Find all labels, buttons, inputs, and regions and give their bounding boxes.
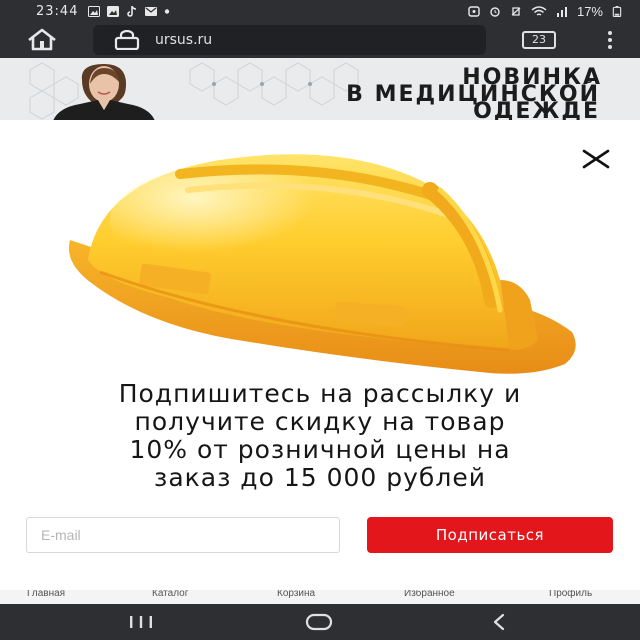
gallery-icon: [88, 5, 101, 17]
tiktok-icon: [127, 5, 137, 17]
tabs-button[interactable]: 23: [522, 31, 556, 49]
mail-icon: [145, 6, 158, 16]
browser-menu-button[interactable]: [604, 28, 616, 52]
menu-dot: [608, 38, 612, 42]
close-icon: [582, 149, 610, 169]
vibrate-icon: [511, 6, 521, 16]
mute-icon: [490, 6, 500, 17]
browser-toolbar: ursus.ru 23: [0, 22, 640, 58]
nav-item-home[interactable]: Главная: [27, 590, 65, 599]
signal-icon: [556, 6, 567, 17]
promo-banner[interactable]: НОВИНКА В МЕДИЦИНСКОЙ ОДЕЖДЕ: [0, 58, 640, 120]
image-icon: [107, 5, 120, 17]
nav-item-catalog[interactable]: Каталог: [152, 590, 188, 599]
subscription-message: Подпишитесь на рассылку и получите скидк…: [20, 380, 620, 492]
message-line: 10% от розничной цены на: [129, 435, 511, 464]
banner-person-image: [53, 64, 155, 120]
site-bottom-nav: Главная Каталог Корзина Избранное Профил…: [0, 590, 640, 604]
address-bar[interactable]: ursus.ru: [93, 25, 486, 55]
status-bar: 23:44 17%: [0, 0, 640, 22]
hard-hat-image: [68, 154, 576, 374]
back-button[interactable]: [484, 612, 514, 632]
home-button[interactable]: [22, 22, 62, 58]
system-icons: 17%: [468, 4, 622, 19]
status-time: 23:44: [36, 3, 79, 19]
battery-percent: 17%: [576, 3, 603, 19]
menu-dot: [608, 45, 612, 49]
recent-apps-button[interactable]: [126, 612, 156, 632]
message-line: получите скидку на товар: [134, 407, 506, 436]
notification-icons: [88, 5, 170, 17]
banner-title-line: ОДЕЖДЕ: [473, 99, 600, 121]
subscribe-button[interactable]: Подписаться: [367, 517, 613, 553]
nav-item-cart[interactable]: Корзина: [277, 590, 315, 599]
wifi-icon: [531, 5, 547, 16]
close-button[interactable]: [580, 148, 612, 170]
nav-item-profile[interactable]: Профиль: [549, 590, 592, 599]
subscription-modal: Подпишитесь на рассылку и получите скидк…: [0, 120, 640, 590]
url-text: ursus.ru: [155, 32, 213, 48]
email-field[interactable]: [26, 517, 340, 553]
system-navigation-bar: [0, 604, 640, 640]
menu-dot: [608, 31, 612, 35]
home-icon: [28, 28, 56, 51]
message-line: заказ до 15 000 рублей: [154, 463, 486, 492]
lock-icon: [114, 30, 140, 50]
home-nav-button[interactable]: [304, 612, 334, 632]
battery-icon: [612, 5, 622, 17]
nav-item-favorites[interactable]: Избранное: [404, 590, 455, 599]
dot-icon: [165, 8, 170, 14]
message-line: Подпишитесь на рассылку и: [118, 379, 522, 408]
alarm-icon: [468, 5, 480, 17]
